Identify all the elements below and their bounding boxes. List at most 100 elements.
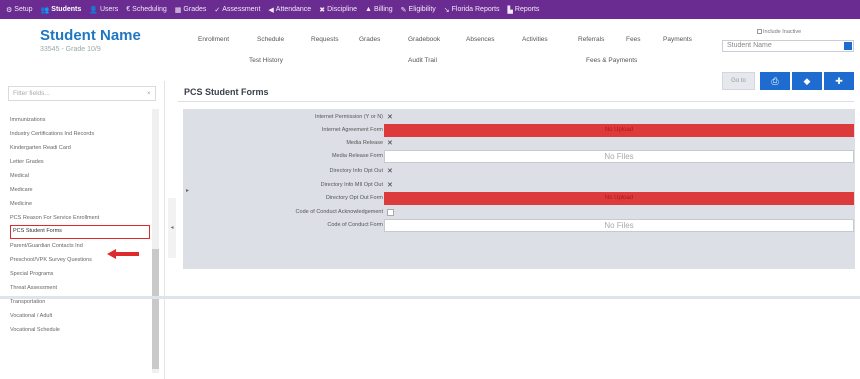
- nav-label: Reports: [514, 6, 540, 13]
- link-schedule[interactable]: Schedule: [257, 36, 284, 43]
- link-activities[interactable]: Activities: [522, 36, 548, 43]
- nav-reports[interactable]: ▙ Reports: [504, 0, 544, 19]
- directory-opt-out-form-upload-field[interactable]: No Upload: [384, 192, 854, 205]
- media-release-form-file-field[interactable]: No Files: [384, 150, 854, 163]
- reports-icon: ▙: [507, 6, 513, 14]
- discipline-icon: ✖: [319, 6, 326, 14]
- link-fees-payments[interactable]: Fees & Payments: [586, 57, 637, 64]
- student-search-value: Student Name: [727, 42, 772, 49]
- setup-icon: ⚙: [6, 6, 13, 14]
- form-row-code-of-conduct-form: Code of Conduct Form No Files: [183, 219, 855, 232]
- attendance-icon: ◀: [268, 6, 274, 14]
- nav-billing[interactable]: ▲ Billing: [361, 0, 397, 19]
- media-release-checkbox[interactable]: ✕: [387, 140, 394, 147]
- pointer-arrow-icon: [107, 249, 139, 259]
- form-label: Code of Conduct Form: [327, 222, 383, 228]
- student-name[interactable]: Student Name: [40, 27, 141, 44]
- code-of-conduct-acknowledgement-checkbox[interactable]: [387, 209, 394, 216]
- form-label: Directory Info MIl Opt Out: [320, 182, 383, 188]
- link-audit-trail[interactable]: Audit Trail: [408, 57, 437, 64]
- link-grades[interactable]: Grades: [359, 36, 380, 43]
- nav-florida-reports[interactable]: ↘ Florida Reports: [440, 0, 504, 19]
- form-row-internet-permission-y-or-n: Internet Permission (Y or N) ✕: [183, 111, 855, 124]
- form-label: Directory Opt Out Form: [325, 195, 383, 201]
- sidebar-item-vocational-adult[interactable]: Vocational / Adult: [10, 309, 150, 323]
- nav-label: Users: [99, 6, 119, 13]
- nav-label: Billing: [373, 6, 393, 13]
- nav-attendance[interactable]: ◀ Attendance: [264, 0, 315, 19]
- link-gradebook[interactable]: Gradebook: [408, 36, 440, 43]
- sidebar-filter-input[interactable]: Filter fields...: [8, 86, 156, 101]
- form-row-media-release: Media Release ✕: [183, 137, 855, 150]
- sidebar-collapse-toggle[interactable]: ◂: [168, 198, 176, 258]
- nav-grades[interactable]: ▦ Grades: [171, 0, 211, 19]
- sidebar-item-vocational-schedule[interactable]: Vocational Schedule: [10, 323, 150, 337]
- internet-agreement-form-upload-field[interactable]: No Upload: [384, 124, 854, 137]
- dropdown-arrow-icon[interactable]: [844, 42, 852, 50]
- link-payments[interactable]: Payments: [663, 36, 692, 43]
- link-enrollment[interactable]: Enrollment: [198, 36, 229, 43]
- clear-filter-icon[interactable]: ×: [147, 91, 151, 97]
- bottom-divider: [0, 296, 860, 299]
- student-header: Student Name 33545 - Grade 10/9 Enrollme…: [0, 19, 860, 90]
- sidebar-item-pcs-reason-for-service-enrollment[interactable]: PCS Reason For Service Enrollment: [10, 211, 150, 225]
- page-title: PCS Student Forms: [184, 87, 269, 97]
- code-of-conduct-form-file-field[interactable]: No Files: [384, 219, 854, 232]
- sidebar-item-kindergarten-readi-card[interactable]: Kindergarten Readi Card: [10, 141, 150, 155]
- top-navigation-bar: ⚙ Setup 👥 Students 👤 Users € Scheduling ▦ Grades ✓…: [0, 0, 860, 19]
- assessment-icon: ✓: [214, 6, 221, 14]
- grades-icon: ▦: [174, 6, 182, 14]
- student-search-select[interactable]: Student Name: [722, 40, 854, 52]
- sidebar-list: Immunizations Industry Certifications Ind…: [10, 113, 150, 337]
- directory-info-mil-opt-out-checkbox[interactable]: ✕: [387, 182, 394, 189]
- sidebar-item-pcs-student-forms[interactable]: PCS Student Forms: [10, 225, 150, 239]
- sidebar-scrollbar[interactable]: [152, 109, 159, 373]
- nav-students[interactable]: 👥 Students: [37, 0, 86, 19]
- sidebar-item-special-programs[interactable]: Special Programs: [10, 267, 150, 281]
- nav-eligibility[interactable]: ✎ Eligibility: [397, 0, 440, 19]
- form-row-media-release-form: Media Release Form No Files: [183, 150, 855, 163]
- form-label: Code of Conduct Acknowledgement: [295, 209, 383, 215]
- internet-permission-y-or-n-checkbox[interactable]: ✕: [387, 114, 394, 121]
- form-label: Internet Agreement Form: [321, 127, 383, 133]
- link-fees[interactable]: Fees: [626, 36, 640, 43]
- florida-reports-icon: ↘: [443, 6, 450, 14]
- nav-label: Discipline: [327, 6, 358, 13]
- title-divider: [178, 101, 854, 102]
- form-row-directory-opt-out-form: Directory Opt Out Form No Upload: [183, 192, 855, 205]
- sidebar-item-medicine[interactable]: Medicine: [10, 197, 150, 211]
- link-absences[interactable]: Absences: [466, 36, 495, 43]
- nav-label: Eligibility: [408, 6, 436, 13]
- nav-setup[interactable]: ⚙ Setup: [2, 0, 37, 19]
- sidebar-item-industry-certifications-ind-records[interactable]: Industry Certifications Ind Records: [10, 127, 150, 141]
- nav-label: Attendance: [275, 6, 312, 13]
- sidebar-item-medical[interactable]: Medical: [10, 169, 150, 183]
- users-icon: 👤: [89, 6, 98, 14]
- nav-users[interactable]: 👤 Users: [85, 0, 122, 19]
- nav-scheduling[interactable]: € Scheduling: [122, 0, 171, 19]
- form-row-directory-info-opt-out: Directory Info Opt Out ✕: [183, 165, 855, 178]
- students-icon: 👥: [40, 6, 50, 14]
- nav-assessment[interactable]: ✓ Assessment: [210, 0, 264, 19]
- sidebar-item-medicare[interactable]: Medicare: [10, 183, 150, 197]
- sidebar-item-immunizations[interactable]: Immunizations: [10, 113, 150, 127]
- directory-info-opt-out-checkbox[interactable]: ✕: [387, 168, 394, 175]
- link-referrals[interactable]: Referrals: [578, 36, 604, 43]
- link-test-history[interactable]: Test History: [249, 57, 283, 64]
- form-label: Directory Info Opt Out: [329, 168, 384, 174]
- sidebar-item-letter-grades[interactable]: Letter Grades: [10, 155, 150, 169]
- form-row-code-of-conduct-acknowledgement: Code of Conduct Acknowledgement: [183, 206, 855, 219]
- student-id-grade: 33545 - Grade 10/9: [40, 46, 101, 53]
- form-label: Media Release Form: [331, 153, 383, 159]
- include-inactive-checkbox[interactable]: [757, 29, 762, 34]
- sidebar-scroll-thumb[interactable]: [152, 249, 159, 369]
- eligibility-icon: ✎: [400, 6, 407, 14]
- form-label: Internet Permission (Y or N): [314, 114, 383, 120]
- nav-discipline[interactable]: ✖ Discipline: [315, 0, 361, 19]
- form-row-internet-agreement-form: Internet Agreement Form No Upload: [183, 124, 855, 137]
- include-inactive-label: Include Inactive: [763, 29, 802, 35]
- sidebar-item-threat-assessment[interactable]: Threat Assessment: [10, 281, 150, 295]
- nav-label: Students: [51, 6, 82, 13]
- sidebar: Filter fields... × Immunizations Industry…: [0, 81, 165, 379]
- link-requests[interactable]: Requests: [311, 36, 338, 43]
